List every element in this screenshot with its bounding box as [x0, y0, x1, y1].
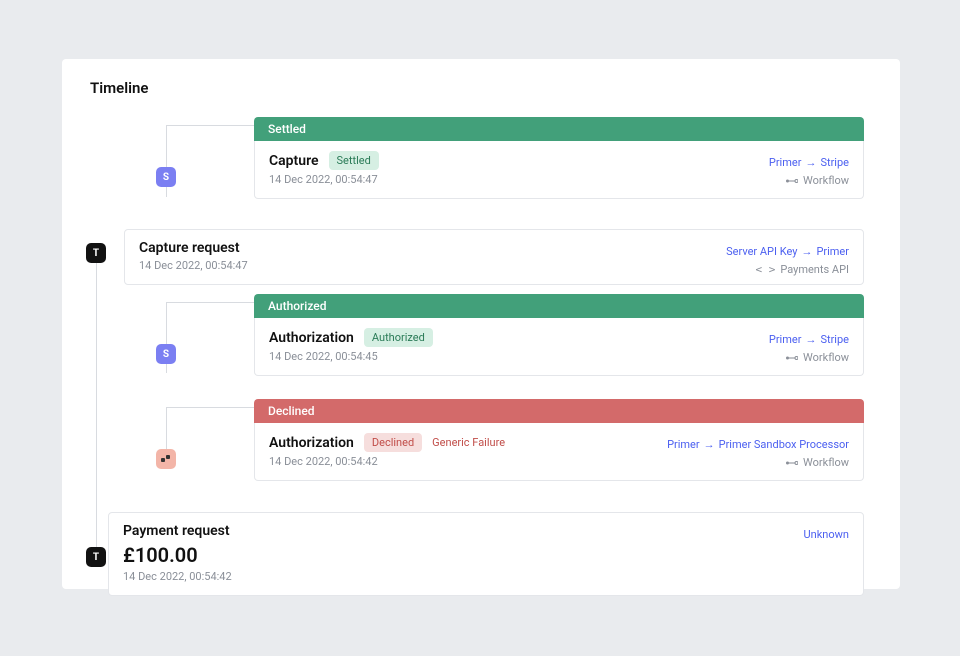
api-tag: < > Payments API — [726, 263, 849, 276]
timestamp: 14 Dec 2022, 00:54:45 — [269, 350, 849, 363]
chain-from: Primer — [769, 333, 802, 346]
authorization-sandbox-group: Declined Authorization Declined Generic … — [254, 399, 864, 481]
authorization-card[interactable]: Authorization Authorized 14 Dec 2022, 00… — [254, 318, 864, 376]
authorized-banner: Authorized — [254, 294, 864, 318]
sandbox-processor-icon — [156, 449, 176, 469]
processor-chain[interactable]: Primer → Stripe — [769, 156, 849, 169]
settled-banner: Settled — [254, 117, 864, 141]
timestamp: 14 Dec 2022, 00:54:47 — [269, 173, 849, 186]
arrow-right-icon: → — [801, 245, 812, 258]
chain-from: Primer — [769, 156, 802, 169]
card-title: Authorization — [269, 435, 354, 451]
connector-line — [96, 263, 97, 567]
workflow-icon — [786, 459, 798, 467]
workflow-icon — [786, 177, 798, 185]
chain-to: Primer Sandbox Processor — [719, 438, 849, 451]
processor-chain[interactable]: Server API Key → Primer — [726, 245, 849, 258]
workflow-icon — [786, 354, 798, 362]
stripe-icon: S — [156, 167, 176, 187]
connector-line — [166, 302, 167, 319]
chain-to: Primer — [816, 245, 849, 258]
authorization-declined-card[interactable]: Authorization Declined Generic Failure 1… — [254, 423, 864, 481]
connector-line — [166, 407, 254, 408]
workflow-label: Workflow — [803, 351, 849, 364]
connector-line — [166, 407, 167, 425]
status-pill: Declined — [364, 433, 422, 452]
chain-to: Stripe — [820, 156, 849, 169]
terminal-icon: T — [86, 243, 106, 263]
chain-to: Stripe — [820, 333, 849, 346]
capture-request-card[interactable]: Capture request 14 Dec 2022, 00:54:47 Se… — [124, 229, 864, 285]
capture-group: Settled Capture Settled 14 Dec 2022, 00:… — [254, 117, 864, 199]
workflow-label: Workflow — [803, 174, 849, 187]
authorization-stripe-group: Authorized Authorization Authorized 14 D… — [254, 294, 864, 376]
chain-label: Unknown — [804, 528, 849, 541]
workflow-tag: Workflow — [769, 174, 849, 187]
failure-reason: Generic Failure — [432, 436, 505, 449]
connector-line — [166, 125, 167, 143]
workflow-tag: Workflow — [667, 456, 849, 469]
declined-banner: Declined — [254, 399, 864, 423]
stripe-icon: S — [156, 344, 176, 364]
card-title: Payment request — [123, 523, 849, 539]
card-title: Authorization — [269, 330, 354, 346]
terminal-icon: T — [86, 547, 106, 567]
status-pill: Authorized — [364, 328, 433, 347]
arrow-right-icon: → — [805, 156, 816, 169]
connector-line — [166, 302, 254, 303]
capture-card[interactable]: Capture Settled 14 Dec 2022, 00:54:47 Pr… — [254, 141, 864, 199]
payment-amount: £100.00 — [123, 543, 849, 567]
processor-chain[interactable]: Primer → Stripe — [769, 333, 849, 346]
timeline-panel: Timeline Settled Capture Settled 14 Dec … — [62, 59, 900, 589]
code-icon: < > — [755, 263, 775, 276]
unknown-source[interactable]: Unknown — [804, 528, 849, 541]
payment-request-card[interactable]: Payment request £100.00 14 Dec 2022, 00:… — [108, 512, 864, 596]
connector-line — [166, 125, 254, 126]
processor-chain[interactable]: Primer → Primer Sandbox Processor — [667, 438, 849, 451]
chain-from: Server API Key — [726, 245, 797, 258]
workflow-tag: Workflow — [769, 351, 849, 364]
timestamp: 14 Dec 2022, 00:54:42 — [123, 570, 849, 583]
arrow-right-icon: → — [704, 438, 715, 451]
card-title: Capture — [269, 153, 319, 169]
chain-from: Primer — [667, 438, 700, 451]
api-label: Payments API — [780, 263, 849, 276]
panel-title: Timeline — [90, 79, 872, 97]
arrow-right-icon: → — [805, 333, 816, 346]
workflow-label: Workflow — [803, 456, 849, 469]
status-pill: Settled — [329, 151, 379, 170]
